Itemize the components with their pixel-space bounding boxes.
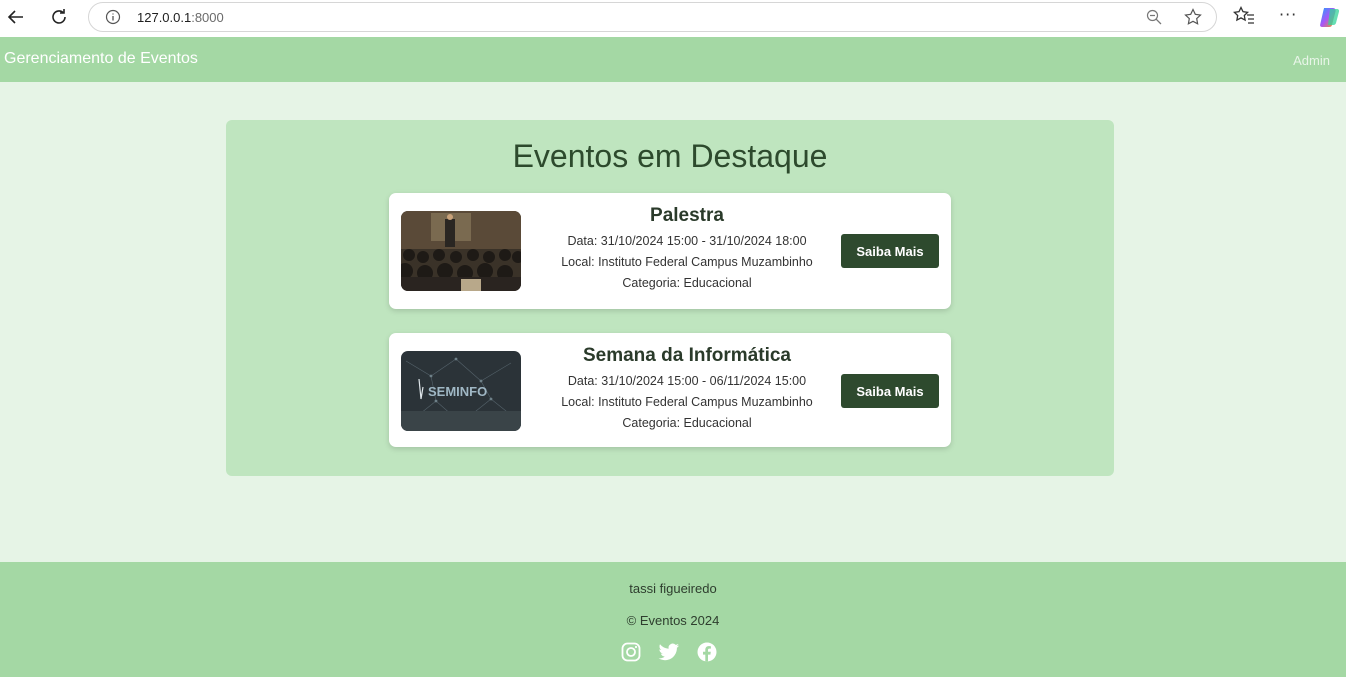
url-host: 127.0.0.1 bbox=[137, 10, 192, 25]
event-title: Palestra bbox=[650, 205, 724, 226]
featured-events-panel: Eventos em Destaque Palestra Data: 31/10… bbox=[226, 120, 1114, 476]
event-date: Data: 31/10/2024 15:00 - 31/10/2024 18:0… bbox=[567, 234, 807, 248]
favorites-list-icon[interactable] bbox=[1232, 5, 1255, 30]
address-bar[interactable]: 127.0.0.1:8000 bbox=[88, 2, 1217, 32]
url-text: 127.0.0.1:8000 bbox=[137, 10, 224, 25]
url-port: :8000 bbox=[191, 10, 224, 25]
seminfo-banner-text: SEMINFO bbox=[428, 384, 487, 399]
saiba-mais-button[interactable]: Saiba Mais bbox=[841, 234, 939, 268]
saiba-mais-button[interactable]: Saiba Mais bbox=[841, 374, 939, 408]
admin-link[interactable]: Admin bbox=[1293, 53, 1330, 68]
event-date: Data: 31/10/2024 15:00 - 06/11/2024 15:0… bbox=[567, 374, 807, 388]
site-info-icon[interactable] bbox=[105, 9, 121, 29]
event-card: SEMINFO Semana da Informática Data: 31/1… bbox=[389, 333, 951, 447]
seminfo-banner-image: SEMINFO bbox=[401, 351, 521, 431]
brand-link[interactable]: Gerenciamento de Eventos bbox=[4, 50, 198, 68]
social-links bbox=[621, 642, 731, 664]
favorite-star-icon[interactable] bbox=[1184, 8, 1202, 30]
event-info: Semana da Informática Data: 31/10/2024 1… bbox=[539, 345, 835, 434]
reload-icon[interactable] bbox=[45, 5, 73, 29]
facebook-icon[interactable] bbox=[697, 642, 717, 662]
event-info: Palestra Data: 31/10/2024 15:00 - 31/10/… bbox=[539, 205, 835, 294]
footer-author: tassi figueiredo bbox=[629, 581, 717, 596]
back-arrow-icon[interactable] bbox=[2, 5, 30, 29]
zoom-out-icon[interactable] bbox=[1146, 9, 1162, 29]
more-options-icon[interactable]: ··· bbox=[1279, 5, 1297, 24]
event-location: Local: Instituto Federal Campus Muzambin… bbox=[561, 255, 813, 269]
event-category: Categoria: Educacional bbox=[622, 416, 752, 430]
browser-toolbar: 127.0.0.1:8000 ··· bbox=[0, 0, 1346, 37]
instagram-icon[interactable] bbox=[621, 642, 641, 662]
event-category: Categoria: Educacional bbox=[622, 276, 752, 290]
event-title: Semana da Informática bbox=[582, 345, 792, 366]
site-footer: tassi figueiredo © Eventos 2024 bbox=[0, 562, 1346, 677]
copilot-icon[interactable] bbox=[1318, 5, 1342, 29]
footer-copyright: © Eventos 2024 bbox=[626, 613, 720, 628]
lecture-audience-image bbox=[401, 211, 521, 291]
panel-title: Eventos em Destaque bbox=[512, 138, 828, 174]
event-location: Local: Instituto Federal Campus Muzambin… bbox=[561, 395, 813, 409]
twitter-icon[interactable] bbox=[658, 642, 679, 662]
site-navbar: Gerenciamento de Eventos Admin bbox=[0, 37, 1346, 82]
event-card: Palestra Data: 31/10/2024 15:00 - 31/10/… bbox=[389, 193, 951, 309]
